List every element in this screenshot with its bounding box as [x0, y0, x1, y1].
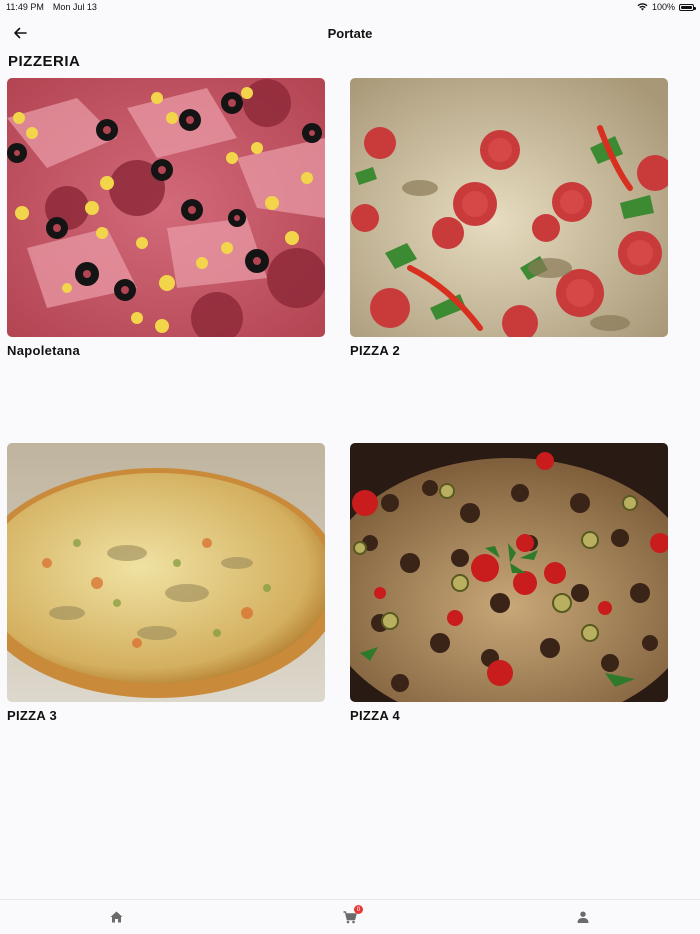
section-title: PIZZERIA [8, 53, 81, 70]
status-bar: 11:49 PM Mon Jul 13 100% [0, 0, 700, 14]
home-icon [110, 910, 124, 924]
product-image [350, 443, 668, 702]
product-image [350, 78, 668, 337]
page-title: Portate [327, 25, 373, 41]
product-name: Napoletana [7, 343, 81, 358]
product-image [7, 443, 325, 702]
product-name: PIZZA 3 [7, 708, 58, 723]
product-name: PIZZA 4 [350, 708, 401, 723]
person-icon [576, 910, 590, 924]
tab-bar: 0 [0, 899, 700, 934]
status-date: Mon Jul 13 [52, 2, 97, 12]
tab-profile[interactable] [467, 910, 700, 924]
cart-badge: 0 [353, 905, 363, 914]
product-image [7, 78, 325, 337]
back-button[interactable] [10, 23, 30, 43]
status-time: 11:49 PM [6, 2, 44, 12]
tab-cart[interactable]: 0 [233, 905, 466, 924]
product-card[interactable]: PIZZA 3 [7, 443, 325, 723]
arrow-left-icon [14, 27, 27, 39]
product-card[interactable]: PIZZA 2 [350, 78, 668, 358]
product-card[interactable]: PIZZA 4 [350, 443, 668, 723]
battery-level [681, 5, 692, 9]
tab-home[interactable] [0, 910, 233, 924]
cart-icon: 0 [343, 905, 363, 924]
nav-bar: Portate [0, 18, 700, 48]
battery-percent: 100% [651, 2, 675, 12]
status-left: 11:49 PM Mon Jul 13 [6, 2, 97, 12]
status-right: 100% [637, 2, 696, 12]
product-card[interactable]: Napoletana [7, 78, 325, 358]
product-name: PIZZA 2 [350, 343, 401, 358]
battery-icon [679, 3, 696, 11]
wifi-icon [637, 3, 648, 11]
